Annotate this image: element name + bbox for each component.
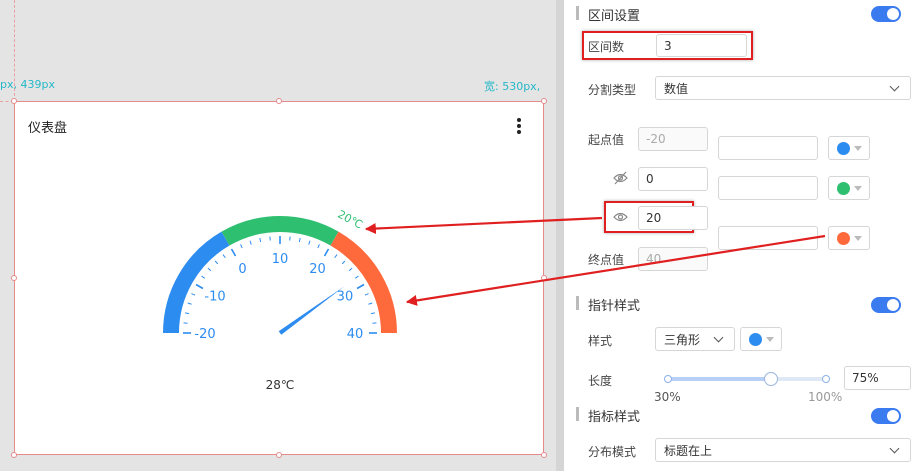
annotation-arrow-color [405,234,826,306]
annotation-arrows [364,216,826,306]
annotation-arrow-20 [364,216,603,235]
